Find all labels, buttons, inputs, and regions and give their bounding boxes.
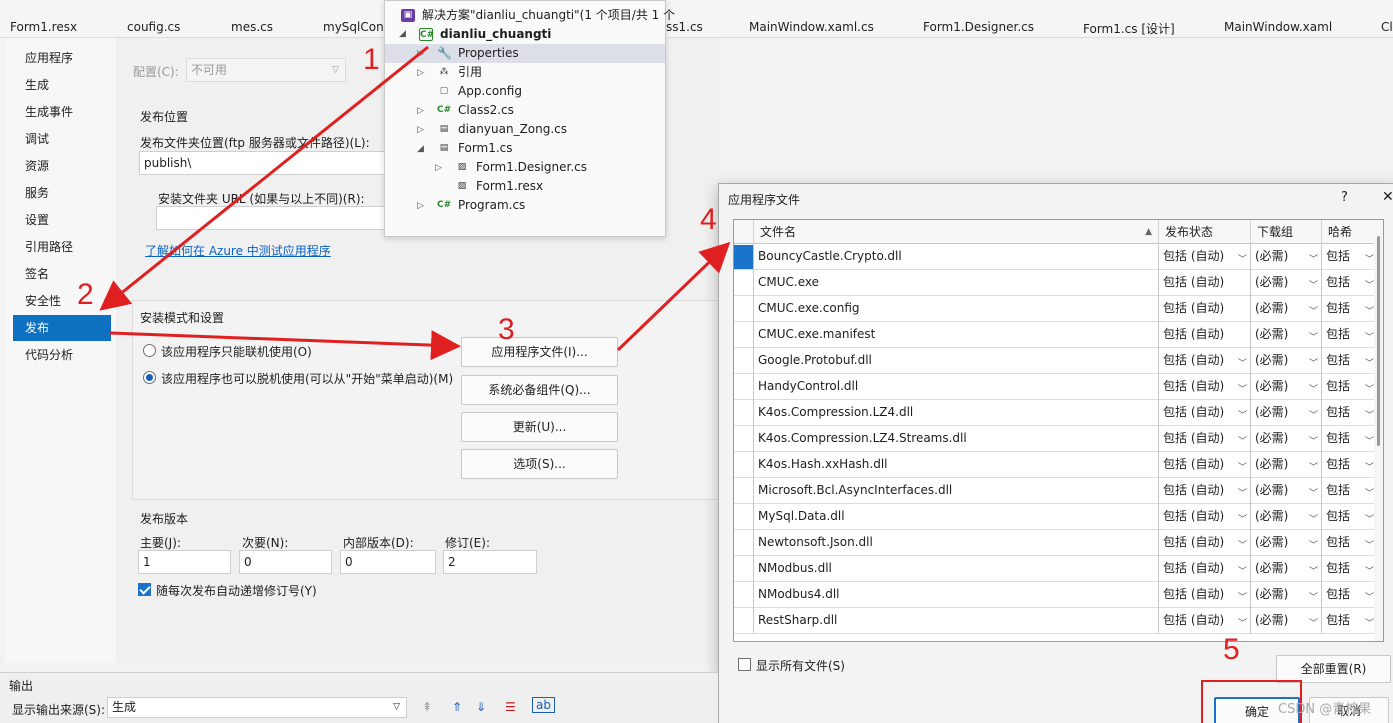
arrow-appfiles-to-dialog — [616, 241, 731, 352]
annotation-5: 5 — [1223, 633, 1240, 666]
annotation-2: 2 — [77, 278, 94, 311]
annotation-4: 4 — [700, 203, 717, 236]
annotation-3: 3 — [498, 313, 515, 346]
arrow-properties-to-publish — [99, 45, 429, 311]
arrow-publish-to-appfiles — [109, 330, 461, 361]
annotation-arrows — [99, 45, 1302, 723]
annotation-1: 1 — [363, 43, 380, 76]
csdn-watermark: CSDN @青柠果 — [1278, 702, 1372, 717]
